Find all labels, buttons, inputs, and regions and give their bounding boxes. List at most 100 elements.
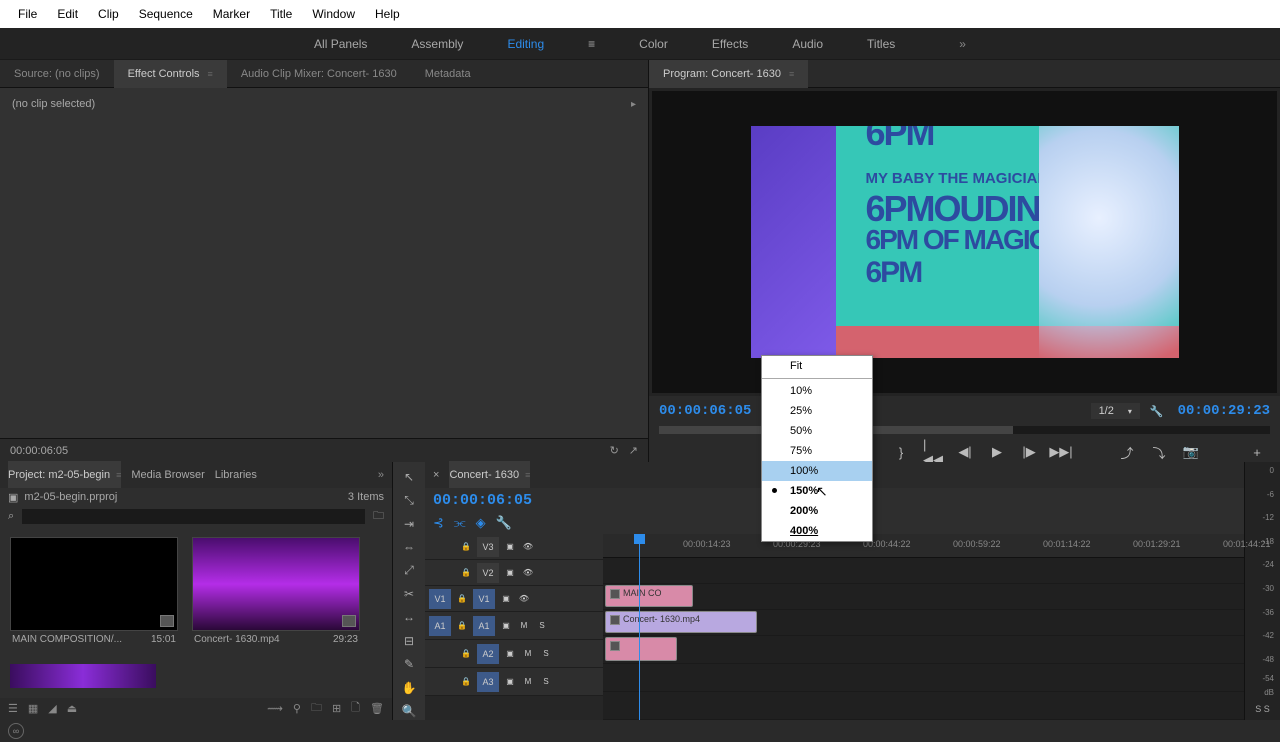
search-icon[interactable]: ⌕ xyxy=(8,510,14,523)
tab-project-menu-icon[interactable]: ≡ xyxy=(116,470,121,480)
freeform-view-icon[interactable]: ◢ xyxy=(48,702,56,715)
thumb-main-composition[interactable]: MAIN COMPOSITION/... 15:01 xyxy=(10,537,178,648)
toggle-a2-icon[interactable]: ▣ xyxy=(503,644,517,664)
go-to-out-button[interactable]: ▶▶| xyxy=(1052,443,1070,461)
sort-icon[interactable]: ⏏ xyxy=(67,702,77,715)
track-header-v2[interactable]: 🔒 V2 ▣ 👁 xyxy=(425,560,603,586)
zoom-opt-100[interactable]: 100% xyxy=(762,461,872,481)
mute-a3[interactable]: M xyxy=(521,672,535,692)
lock-a3-icon[interactable]: 🔒 xyxy=(459,672,473,692)
thumb-concert[interactable]: Concert- 1630.mp4 29:23 xyxy=(192,537,360,648)
mute-a1[interactable]: M xyxy=(517,616,531,636)
menu-help[interactable]: Help xyxy=(365,7,410,21)
snap-icon[interactable]: ⊰ xyxy=(433,515,444,531)
timeline-ruler[interactable]: 00:00:14:23 00:00:29:23 00:00:44:22 00:0… xyxy=(603,534,1244,558)
zoom-opt-25[interactable]: 25% xyxy=(762,401,872,421)
track-v3-label[interactable]: V3 xyxy=(477,537,499,557)
effect-export-icon[interactable]: ↗ xyxy=(629,444,638,457)
mark-out-button[interactable]: } xyxy=(892,443,910,461)
workspace-titles[interactable]: Titles xyxy=(859,33,903,55)
folder-icon[interactable]: 🗀 xyxy=(373,507,384,526)
tab-program-menu-icon[interactable]: ≡ xyxy=(789,69,794,79)
new-bin-icon[interactable]: 🗀 xyxy=(311,699,322,718)
workspace-editing[interactable]: Editing xyxy=(499,33,552,55)
source-v1-button[interactable]: V1 xyxy=(429,589,451,609)
mute-a2[interactable]: M xyxy=(521,644,535,664)
timeline-close-icon[interactable]: × xyxy=(433,469,439,481)
effect-loop-icon[interactable]: ↻ xyxy=(610,444,619,457)
eye-v2-icon[interactable]: 👁 xyxy=(521,563,535,583)
new-item-icon[interactable]: ⊞ xyxy=(332,702,341,715)
menu-clip[interactable]: Clip xyxy=(88,7,129,21)
rate-stretch-tool-icon[interactable]: ⤢ xyxy=(398,562,420,579)
clip-audio-a1[interactable] xyxy=(605,637,677,661)
find-icon[interactable]: ⚲ xyxy=(293,702,301,715)
list-view-icon[interactable]: ☰ xyxy=(8,702,18,715)
tab-program[interactable]: Program: Concert- 1630 ≡ xyxy=(649,60,808,88)
track-a3-label[interactable]: A3 xyxy=(477,672,499,692)
linked-selection-icon[interactable]: ⫘ xyxy=(454,515,466,531)
lock-a1-icon[interactable]: 🔒 xyxy=(455,616,469,636)
zoom-opt-400[interactable]: 400% xyxy=(762,521,872,541)
timeline-track-area[interactable]: 00:00:14:23 00:00:29:23 00:00:44:22 00:0… xyxy=(603,534,1244,720)
track-header-a3[interactable]: 🔒 A3 ▣ M S xyxy=(425,668,603,696)
tab-effect-controls-menu-icon[interactable]: ≡ xyxy=(208,69,213,79)
effect-toggle-icon[interactable]: ▸ xyxy=(631,99,636,110)
track-v2-label[interactable]: V2 xyxy=(477,563,499,583)
track-header-a1[interactable]: A1 🔒 A1 ▣ M S xyxy=(425,612,603,640)
toggle-v3-icon[interactable]: ▣ xyxy=(503,537,517,557)
menu-window[interactable]: Window xyxy=(302,7,365,21)
track-a2-label[interactable]: A2 xyxy=(477,644,499,664)
workspace-effects[interactable]: Effects xyxy=(704,33,756,55)
menu-title[interactable]: Title xyxy=(260,7,302,21)
button-editor-plus-icon[interactable]: + xyxy=(1248,443,1266,461)
workspace-all-panels[interactable]: All Panels xyxy=(306,33,375,55)
track-header-v1[interactable]: V1 🔒 V1 ▣ 👁 xyxy=(425,586,603,612)
zoom-opt-75[interactable]: 75% xyxy=(762,441,872,461)
playhead[interactable] xyxy=(639,534,640,720)
meter-solo[interactable]: S S xyxy=(1247,702,1278,716)
step-back-button[interactable]: ◀| xyxy=(956,443,974,461)
selection-tool-icon[interactable]: ↖ xyxy=(398,468,420,485)
tab-project[interactable]: Project: m2-05-begin ≡ xyxy=(8,461,121,489)
tab-effect-controls[interactable]: Effect Controls ≡ xyxy=(114,60,227,88)
lock-v2-icon[interactable]: 🔒 xyxy=(459,563,473,583)
lift-button[interactable]: ⤴ xyxy=(1118,443,1136,461)
zoom-opt-10[interactable]: 10% xyxy=(762,381,872,401)
project-search-input[interactable] xyxy=(22,509,365,524)
slide-tool-icon[interactable]: ⊟ xyxy=(398,632,420,649)
menu-marker[interactable]: Marker xyxy=(203,7,260,21)
settings-wrench-icon[interactable]: 🔧 xyxy=(1150,405,1164,418)
workspace-audio[interactable]: Audio xyxy=(784,33,831,55)
menu-sequence[interactable]: Sequence xyxy=(129,7,203,21)
workspace-overflow-icon[interactable]: » xyxy=(951,33,974,55)
automate-icon[interactable]: ⟿ xyxy=(267,702,283,715)
lock-v3-icon[interactable]: 🔒 xyxy=(459,537,473,557)
solo-a1[interactable]: S xyxy=(535,616,549,636)
tab-source[interactable]: Source: (no clips) xyxy=(0,60,114,88)
export-frame-button[interactable]: 📷 xyxy=(1182,443,1200,461)
solo-a3[interactable]: S xyxy=(539,672,553,692)
workspace-assembly[interactable]: Assembly xyxy=(403,33,471,55)
toggle-v1-icon[interactable]: ▣ xyxy=(499,589,513,609)
timeline-tc[interactable]: 00:00:06:05 xyxy=(433,492,532,509)
ripple-edit-tool-icon[interactable]: ⇥ xyxy=(398,515,420,532)
rolling-edit-tool-icon[interactable]: ⇔ xyxy=(398,538,420,555)
workspace-editing-menu[interactable]: ≡ xyxy=(580,33,603,55)
trash-icon[interactable]: 🗑 xyxy=(370,702,384,715)
playback-res-selector[interactable]: 1/2 ▾ xyxy=(1091,403,1140,419)
zoom-opt-fit[interactable]: Fit xyxy=(762,356,872,376)
track-a1-label[interactable]: A1 xyxy=(473,616,495,636)
extract-button[interactable]: ⤵ xyxy=(1150,443,1168,461)
tab-sequence[interactable]: Concert- 1630 ≡ xyxy=(449,461,530,489)
play-button[interactable]: ▶ xyxy=(988,443,1006,461)
hand-tool-icon[interactable]: ✋ xyxy=(398,679,420,696)
sequence-menu-icon[interactable]: ≡ xyxy=(525,470,530,480)
lock-v1-icon[interactable]: 🔒 xyxy=(455,589,469,609)
menu-edit[interactable]: Edit xyxy=(47,7,88,21)
workspace-color[interactable]: Color xyxy=(631,33,676,55)
program-current-tc[interactable]: 00:00:06:05 xyxy=(659,403,751,419)
eye-v3-icon[interactable]: 👁 xyxy=(521,537,535,557)
clear-icon[interactable]: 🗋 xyxy=(351,699,360,718)
clip-concert-video[interactable]: Concert- 1630.mp4 xyxy=(605,611,757,633)
